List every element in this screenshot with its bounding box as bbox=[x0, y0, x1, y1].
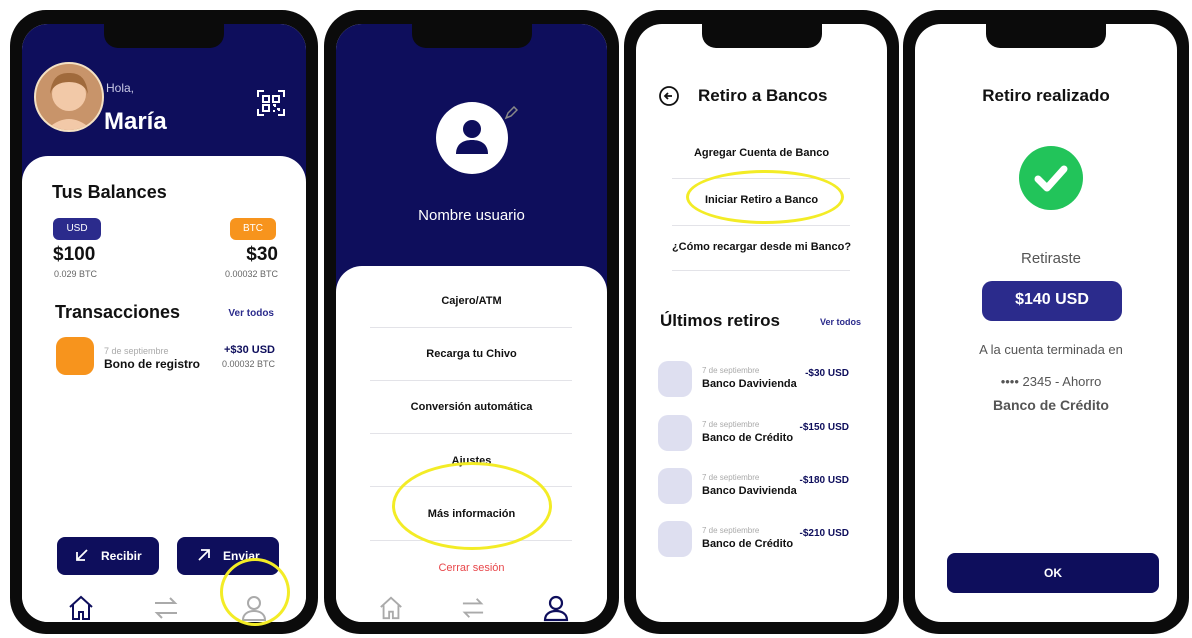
withdrawal-bank[interactable]: Banco de Crédito bbox=[702, 432, 793, 444]
transaction-sub: 0.00032 BTC bbox=[221, 359, 275, 369]
transaction-icon bbox=[56, 337, 94, 375]
view-all-link[interactable]: Ver todos bbox=[820, 317, 861, 327]
ok-label: OK bbox=[1044, 566, 1062, 580]
withdrawal-bank[interactable]: Banco Davivienda bbox=[702, 378, 797, 390]
recent-withdrawals-title: Últimos retiros bbox=[660, 311, 780, 330]
withdrawal-icon bbox=[658, 361, 692, 397]
withdrawal-amount: -$210 USD bbox=[799, 528, 849, 539]
btc-balance: $30 bbox=[246, 244, 278, 265]
withdrawal-date: 7 de septiembre bbox=[702, 420, 760, 429]
nav-transfer-icon[interactable] bbox=[152, 596, 180, 620]
screen-withdrawal-done: Retiro realizado Retiraste $140 USD A la… bbox=[915, 24, 1177, 622]
menu-divider bbox=[370, 486, 572, 487]
avatar bbox=[34, 62, 104, 132]
menu-item-atm[interactable]: Cajero/ATM bbox=[336, 295, 607, 307]
bank-name: Banco de Crédito bbox=[993, 397, 1109, 413]
option-divider bbox=[672, 270, 850, 271]
withdrawal-icon bbox=[658, 521, 692, 557]
nav-home-icon[interactable] bbox=[67, 594, 95, 622]
logout-link[interactable]: Cerrar sesión bbox=[336, 562, 607, 574]
page-title: Retiro a Bancos bbox=[698, 86, 828, 105]
menu-item-settings[interactable]: Ajustes bbox=[336, 455, 607, 467]
menu-divider bbox=[370, 380, 572, 381]
phone-withdrawal-done: Retiro realizado Retiraste $140 USD A la… bbox=[903, 10, 1189, 634]
nav-home-icon[interactable] bbox=[378, 595, 404, 621]
receive-button[interactable]: Recibir bbox=[57, 537, 159, 575]
username-label: Nombre usuario bbox=[418, 207, 525, 224]
menu-item-conversion[interactable]: Conversión automática bbox=[336, 401, 607, 413]
withdrawal-icon bbox=[658, 415, 692, 451]
page-title: Retiro realizado bbox=[982, 86, 1110, 105]
account-label: A la cuenta terminada en bbox=[979, 342, 1123, 357]
success-check-icon bbox=[1019, 146, 1083, 210]
nav-profile-icon[interactable] bbox=[542, 594, 570, 622]
phone-bank-withdrawal: Retiro a Bancos Agregar Cuenta de Banco … bbox=[624, 10, 899, 634]
menu-divider bbox=[370, 540, 572, 541]
withdrawal-amount: -$150 USD bbox=[799, 422, 849, 433]
send-label: Enviar bbox=[223, 549, 260, 563]
usd-balance: $100 bbox=[53, 244, 96, 265]
arrow-down-left-icon bbox=[75, 548, 89, 562]
balances-title: Tus Balances bbox=[52, 182, 167, 202]
menu-item-recharge[interactable]: Recarga tu Chivo bbox=[336, 348, 607, 360]
phone-notch bbox=[411, 24, 532, 48]
greeting-text: Hola, bbox=[106, 81, 135, 95]
account-number: •••• 2345 - Ahorro bbox=[1000, 374, 1102, 389]
screen-profile: Nombre usuario Cajero/ATM Recarga tu Chi… bbox=[336, 24, 607, 622]
withdrew-label: Retiraste bbox=[1020, 250, 1082, 267]
receive-label: Recibir bbox=[101, 549, 142, 563]
btc-badge[interactable]: BTC bbox=[230, 218, 276, 240]
usd-badge[interactable]: USD bbox=[53, 218, 101, 240]
option-divider bbox=[672, 178, 850, 179]
transaction-date: 7 de septiembre bbox=[104, 346, 169, 356]
withdrawal-date: 7 de septiembre bbox=[702, 526, 760, 535]
withdrawal-icon bbox=[658, 468, 692, 504]
withdrawal-amount: -$30 USD bbox=[805, 368, 849, 379]
phone-notch bbox=[986, 24, 1106, 48]
arrow-up-right-icon bbox=[197, 548, 211, 562]
nav-profile-icon[interactable] bbox=[240, 594, 268, 622]
screen-home: Hola, María Tus Balances USD BTC $100 0.… bbox=[22, 24, 306, 622]
option-start-withdrawal[interactable]: Iniciar Retiro a Banco bbox=[636, 194, 887, 206]
send-button[interactable]: Enviar bbox=[177, 537, 279, 575]
withdrawal-date: 7 de septiembre bbox=[702, 473, 760, 482]
btc-balance-sub: 0.00032 BTC bbox=[224, 269, 278, 279]
phone-profile: Nombre usuario Cajero/ATM Recarga tu Chi… bbox=[324, 10, 619, 634]
screen-bank-withdrawal: Retiro a Bancos Agregar Cuenta de Banco … bbox=[636, 24, 887, 622]
menu-divider bbox=[370, 327, 572, 328]
back-arrow-icon[interactable] bbox=[658, 85, 680, 107]
edit-pencil-icon[interactable] bbox=[504, 106, 518, 120]
phone-notch bbox=[701, 24, 822, 48]
option-how-to-recharge[interactable]: ¿Cómo recargar desde mi Banco? bbox=[636, 241, 887, 253]
option-divider bbox=[672, 225, 850, 226]
phone-home: Hola, María Tus Balances USD BTC $100 0.… bbox=[10, 10, 318, 634]
transaction-amount: +$30 USD bbox=[223, 344, 275, 356]
user-name: María bbox=[104, 108, 167, 135]
withdrawal-date: 7 de septiembre bbox=[702, 366, 760, 375]
withdrawal-amount: -$180 USD bbox=[799, 475, 849, 486]
transactions-title: Transacciones bbox=[55, 302, 181, 322]
user-avatar-icon[interactable] bbox=[436, 102, 508, 174]
option-add-account[interactable]: Agregar Cuenta de Banco bbox=[636, 147, 887, 159]
qr-scan-icon[interactable] bbox=[256, 88, 286, 118]
withdrawal-bank[interactable]: Banco Davivienda bbox=[702, 485, 797, 497]
menu-divider bbox=[370, 433, 572, 434]
nav-transfer-icon[interactable] bbox=[460, 597, 486, 619]
phone-notch bbox=[104, 24, 224, 48]
usd-balance-sub: 0.029 BTC bbox=[54, 269, 98, 279]
transaction-title[interactable]: Bono de registro bbox=[104, 357, 200, 371]
menu-item-more-info[interactable]: Más información bbox=[336, 508, 607, 520]
withdrawal-bank[interactable]: Banco de Crédito bbox=[702, 538, 793, 550]
withdrawal-amount: $140 USD bbox=[1015, 291, 1089, 308]
view-all-link[interactable]: Ver todos bbox=[228, 308, 274, 319]
